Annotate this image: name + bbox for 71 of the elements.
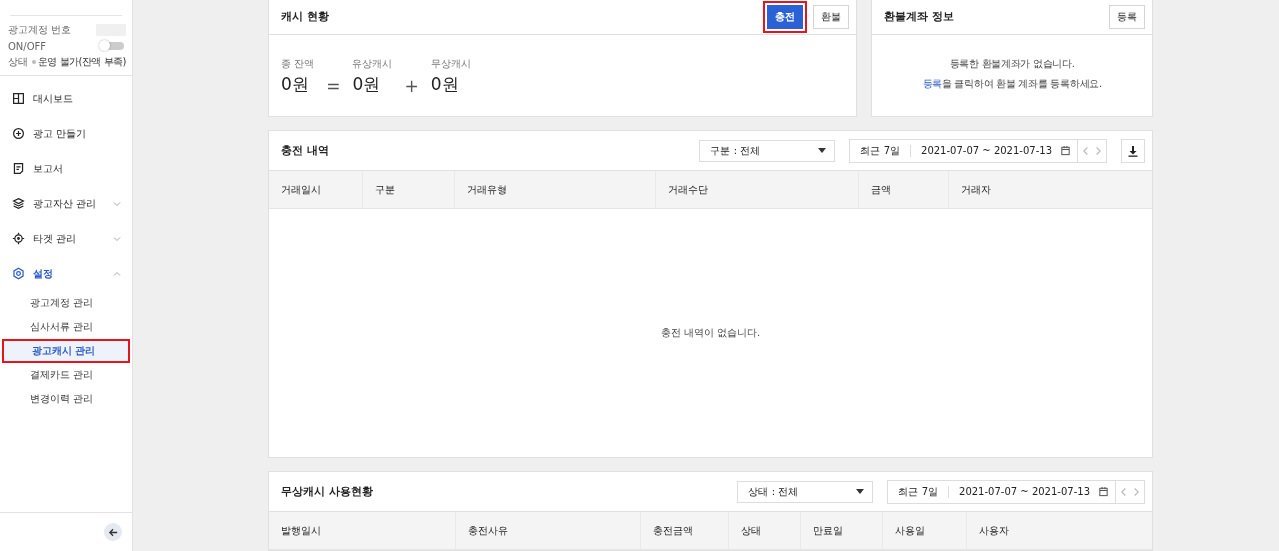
column-header: 만료일 (801, 512, 883, 549)
column-header: 거래자 (960, 182, 992, 197)
date-range-picker[interactable]: 최근 7일 2021-07-07 ~ 2021-07-13 (887, 479, 1145, 504)
layers-icon (12, 197, 25, 210)
column-header: 거래일시 (269, 171, 363, 208)
card-title: 캐시 현황 (281, 10, 329, 24)
collapse-button[interactable] (104, 523, 122, 541)
balance-value: 0원 (281, 73, 310, 96)
column-header: 금액 (859, 171, 949, 208)
plus-circle-icon (12, 127, 25, 140)
column-header: 사용자 (978, 523, 1010, 538)
download-icon (1127, 144, 1139, 157)
balance-value: 0원 (352, 73, 382, 96)
date-range: 2021-07-07 ~ 2021-07-13 (958, 486, 1091, 497)
period-label: 최근 7일 (850, 144, 912, 157)
balance-label: 무상캐시 (430, 57, 471, 71)
date-range: 2021-07-07 ~ 2021-07-13 (920, 145, 1053, 156)
status-label: 상태 (8, 55, 28, 69)
nav-item[interactable]: 대시보드 (0, 81, 132, 116)
column-header: 발행일시 (269, 512, 456, 549)
gear-icon (12, 267, 25, 280)
nav-item[interactable]: 보고서 (0, 151, 132, 186)
nav-item[interactable]: 광고 만들기 (0, 116, 132, 151)
layout-icon (12, 92, 25, 105)
plus-sign: + (404, 76, 419, 96)
account-number-label: 광고계정 번호 (8, 23, 72, 37)
status-text: 운영 불가(잔액 부족) (37, 55, 126, 69)
balance-label: 유상캐시 (352, 57, 393, 71)
balance-label: 종 잔액 (281, 57, 315, 71)
column-header: 상태 (729, 512, 801, 549)
column-header: 구분 (363, 171, 455, 208)
date-range-picker[interactable]: 최근 7일 2021-07-07 ~ 2021-07-13 (849, 138, 1107, 163)
download-button[interactable] (1121, 138, 1145, 163)
filter-dropdown[interactable]: 상태 : 전체 (737, 480, 874, 503)
equals-sign: = (326, 76, 341, 96)
refund-button[interactable]: 환불 (813, 5, 850, 29)
toggle-label: ON/OFF (8, 40, 47, 52)
nav-item[interactable]: 타겟 관리 (0, 221, 132, 256)
card-title: 무상캐시 사용현황 (281, 484, 373, 499)
column-header: 충전사유 (456, 512, 641, 549)
filter-dropdown[interactable]: 구분 : 전체 (699, 139, 836, 162)
caret-icon (818, 148, 827, 153)
submenu-item[interactable]: 광고계정 관리 (0, 291, 132, 315)
toggle-switch[interactable] (102, 42, 124, 50)
crosshair-icon (12, 232, 25, 245)
column-header: 거래수단 (656, 171, 859, 208)
charge-button[interactable]: 충전 (767, 5, 804, 29)
document-icon (12, 162, 25, 175)
column-header: 거래유형 (455, 171, 656, 208)
nav-item[interactable]: 설정 (0, 256, 132, 291)
card-title: 환불계좌 정보 (884, 10, 954, 24)
calendar-icon (1060, 145, 1071, 156)
column-header: 충전금액 (641, 512, 729, 549)
period-label: 최근 7일 (888, 485, 950, 498)
arrow-left-icon (107, 526, 119, 538)
column-header: 사용일 (883, 512, 967, 549)
card-title: 충전 내역 (281, 143, 329, 158)
nav-item[interactable]: 광고자산 관리 (0, 186, 132, 221)
empty-hint: 등록을 클릭하여 환불 계좌를 등록하세요. (922, 77, 1102, 91)
caret-icon (856, 489, 865, 494)
balance-value: 0원 (430, 73, 460, 96)
status-dot-icon (31, 60, 36, 64)
submenu-item[interactable]: 심사서류 관리 (0, 315, 132, 339)
calendar-icon (1098, 486, 1109, 497)
empty-message: 등록한 환불계좌가 없습니다. (949, 57, 1075, 71)
submenu-item[interactable]: 결제카드 관리 (0, 363, 132, 387)
register-button[interactable]: 등록 (1109, 5, 1145, 29)
submenu-item[interactable]: 변경이력 관리 (0, 387, 132, 411)
empty-message: 충전 내역이 없습니다. (660, 326, 761, 340)
register-link[interactable]: 등록 (922, 78, 942, 89)
submenu-item[interactable]: 광고캐시 관리 (2, 339, 130, 363)
